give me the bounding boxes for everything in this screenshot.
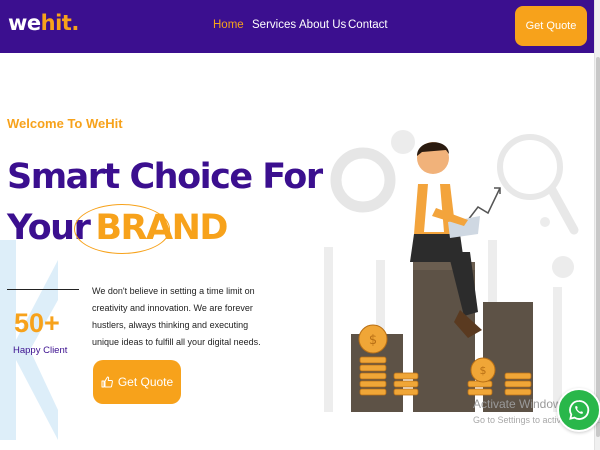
whatsapp-icon [569, 400, 590, 420]
pie-chart-decoration [330, 147, 396, 213]
scrollbar-thumb[interactable] [596, 57, 600, 437]
whatsapp-chat-button[interactable] [557, 388, 600, 432]
hero-get-quote-label: Get Quote [117, 375, 174, 389]
bar-right [483, 302, 533, 412]
logo-text-main: we [8, 11, 41, 35]
welcome-label: Welcome To WeHit [7, 116, 123, 131]
svg-text:$: $ [480, 364, 487, 377]
svg-text:$: $ [369, 333, 377, 348]
hero-illustration: $ $ [324, 130, 579, 412]
nav-home-link[interactable]: Home [213, 19, 244, 31]
thumbs-up-icon [101, 376, 113, 388]
logo-text-accent: hit. [40, 11, 80, 35]
brand-highlight-oval [74, 204, 170, 254]
hero-description: We don't believe in setting a time limit… [92, 286, 261, 347]
stat-divider [7, 289, 79, 290]
nav-services-link[interactable]: Services [252, 19, 296, 31]
nav-about-link[interactable]: About Us [299, 19, 346, 31]
happy-client-label: Happy Client [13, 345, 68, 356]
hero-headline-line1: Smart Choice For [7, 157, 323, 197]
background-k-shape [0, 240, 58, 440]
page-scrollbar[interactable] [594, 0, 600, 450]
happy-client-count: 50+ [14, 308, 60, 338]
header-get-quote-button[interactable]: Get Quote [515, 6, 587, 46]
site-logo[interactable]: wehit. [8, 11, 79, 35]
nav-contact-link[interactable]: Contact [348, 19, 388, 31]
site-header: wehit. Home Services About Us Contact Ge… [0, 0, 594, 53]
coin-decoration [391, 130, 415, 154]
activate-windows-title: Activate Windows [473, 397, 568, 411]
hero-get-quote-button[interactable]: Get Quote [93, 360, 181, 404]
